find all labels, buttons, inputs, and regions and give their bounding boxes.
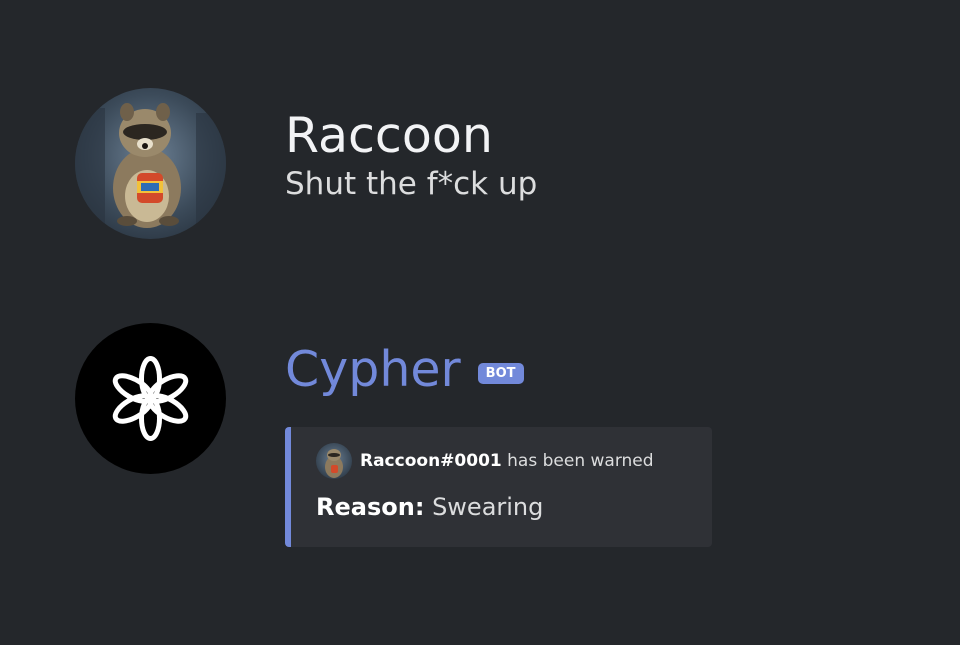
bot-tag-badge: BOT bbox=[477, 362, 524, 384]
message-cypher: Cypher BOT Raccoon#0001 has been warned bbox=[0, 323, 960, 553]
message-header: Cypher BOT bbox=[285, 342, 524, 398]
message-raccoon: Raccoon Shut the f*ck up bbox=[0, 88, 960, 240]
embed-author: Raccoon#0001 has been warned bbox=[316, 443, 654, 479]
reason-label: Reason: bbox=[316, 493, 425, 521]
message-content: Shut the f*ck up bbox=[285, 166, 538, 202]
warned-suffix: has been warned bbox=[507, 451, 654, 471]
username-cypher[interactable]: Cypher bbox=[285, 342, 461, 398]
warned-user-name[interactable]: Raccoon#0001 bbox=[360, 451, 502, 471]
openai-logo-icon bbox=[112, 356, 189, 441]
warning-embed: Raccoon#0001 has been warned Reason: Swe… bbox=[285, 427, 712, 547]
embed-author-text: Raccoon#0001 has been warned bbox=[360, 451, 654, 471]
embed-reason-field: Reason: Swearing bbox=[316, 493, 543, 521]
user-avatar[interactable] bbox=[75, 88, 226, 239]
username-raccoon[interactable]: Raccoon bbox=[285, 108, 537, 164]
raccoon-mini-icon bbox=[325, 449, 343, 478]
embed-author-avatar bbox=[316, 443, 352, 479]
bot-avatar[interactable] bbox=[75, 323, 226, 474]
reason-value: Swearing bbox=[432, 493, 544, 521]
raccoon-avatar-image bbox=[75, 103, 226, 228]
